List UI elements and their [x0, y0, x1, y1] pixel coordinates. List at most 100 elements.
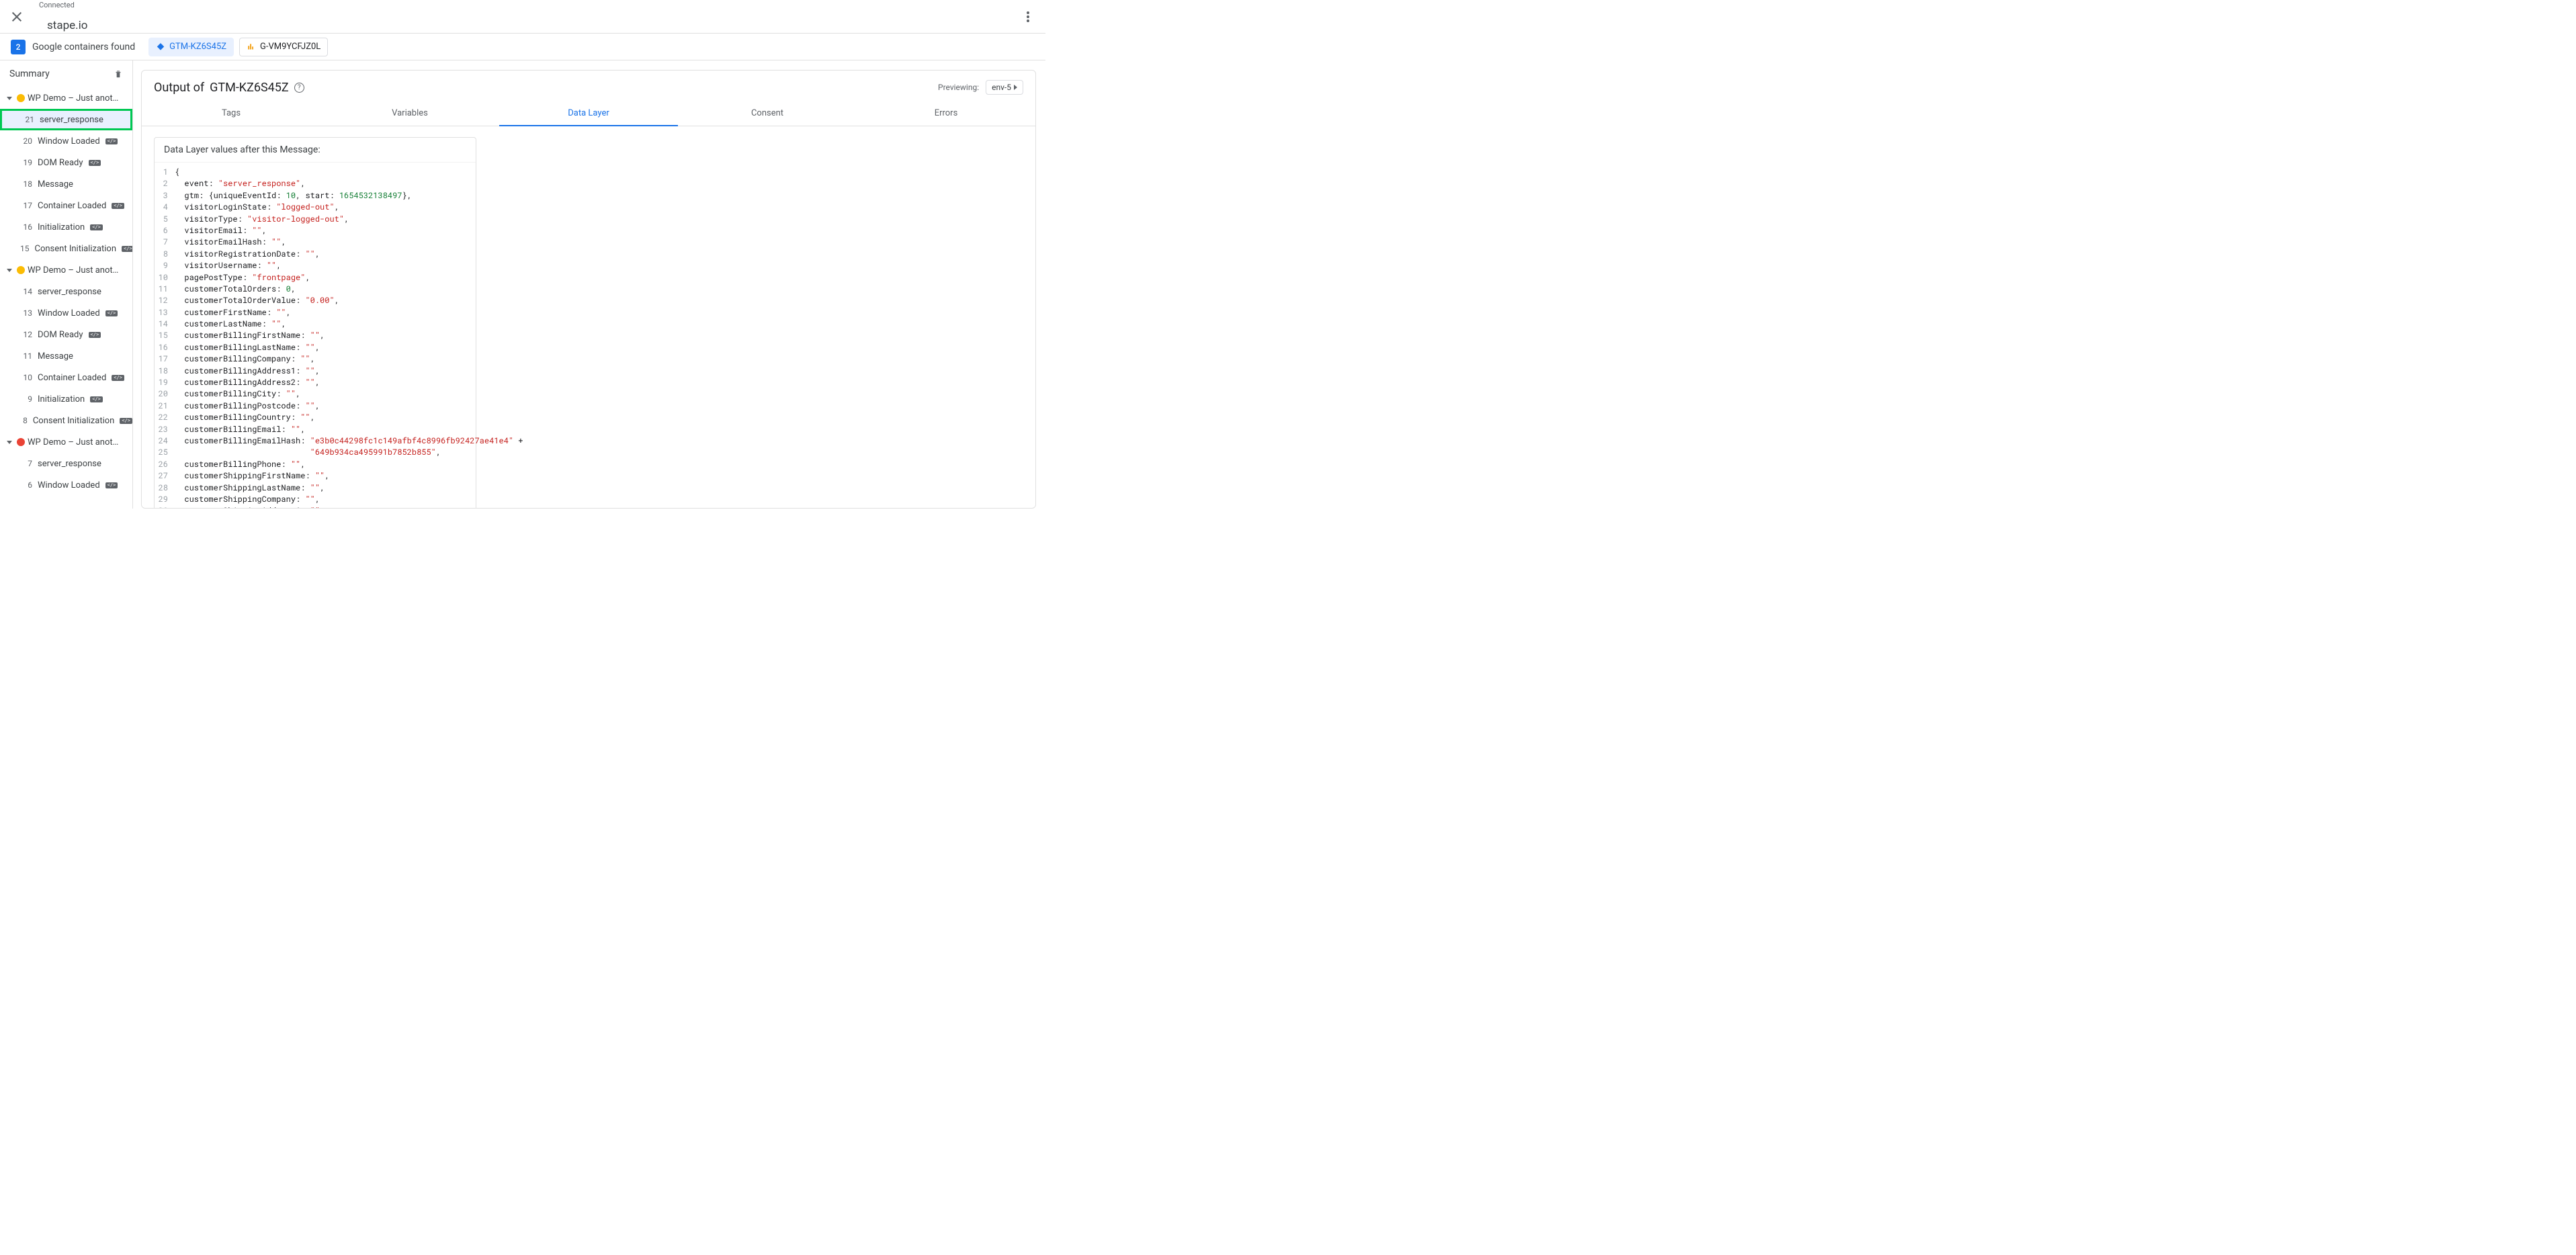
code-badge-icon: </>: [120, 418, 132, 424]
code-badge-icon: </>: [122, 246, 133, 252]
event-item[interactable]: 19DOM Ready</>: [0, 152, 132, 173]
event-group-head[interactable]: WP Demo – Just anothe...: [0, 431, 132, 453]
code-content: customerBillingFirstName: "",: [175, 330, 476, 341]
container-chip[interactable]: GTM-KZ6S45Z: [148, 38, 234, 56]
event-item[interactable]: 20Window Loaded</>: [0, 130, 132, 152]
event-item[interactable]: 8Consent Initialization</>: [0, 410, 132, 431]
container-chip[interactable]: G-VM9YCFJZ0L: [239, 38, 328, 56]
event-label: Container Loaded: [38, 373, 106, 383]
line-number: 4: [155, 202, 175, 213]
event-label: server_response: [38, 459, 101, 469]
code-line: 29 customerShippingCompany: "",: [155, 494, 476, 505]
tab-variables[interactable]: Variables: [320, 101, 499, 126]
tab-consent[interactable]: Consent: [678, 101, 857, 126]
event-item[interactable]: 15Consent Initialization</>: [0, 238, 132, 259]
event-item[interactable]: 14server_response: [0, 281, 132, 302]
sidebar-head: Summary: [0, 60, 132, 87]
tab-data-layer[interactable]: Data Layer: [499, 101, 678, 126]
data-layer-card: Data Layer values after this Message: 1{…: [154, 137, 476, 508]
code-content: customerTotalOrders: 0,: [175, 284, 476, 295]
event-item[interactable]: 13Window Loaded</>: [0, 302, 132, 324]
code-content: {: [175, 167, 476, 178]
code-line: 7 visitorEmailHash: "",: [155, 236, 476, 248]
caret-down-icon: [7, 441, 12, 444]
line-number: 9: [155, 260, 175, 271]
line-number: 30: [155, 505, 175, 508]
event-item[interactable]: 6 Window Loaded </>: [0, 474, 132, 496]
status-dot-icon: [17, 266, 25, 274]
code-line: 13 customerFirstName: "",: [155, 307, 476, 318]
event-item[interactable]: 7 server_response: [0, 453, 132, 474]
event-num: 18: [20, 179, 32, 189]
line-number: 19: [155, 377, 175, 388]
code-content: visitorRegistrationDate: "",: [175, 249, 476, 260]
event-num: 9: [20, 394, 32, 404]
code-badge-icon: </>: [105, 310, 118, 316]
tab-tags[interactable]: Tags: [142, 101, 320, 126]
code-content: customerFirstName: "",: [175, 307, 476, 318]
code-content: customerBillingEmailHash: "e3b0c44298fc1…: [175, 435, 523, 447]
event-label: Window Loaded: [38, 308, 100, 318]
code-line: 26 customerBillingPhone: "",: [155, 459, 476, 470]
analytics-icon: [247, 42, 256, 52]
event-item[interactable]: 12DOM Ready</>: [0, 324, 132, 345]
code-line: 14 customerLastName: "",: [155, 318, 476, 330]
line-number: 28: [155, 482, 175, 494]
clear-icon[interactable]: [114, 69, 123, 79]
line-number: 14: [155, 318, 175, 330]
code-line: 16 customerBillingLastName: "",: [155, 342, 476, 353]
caret-down-icon: [7, 97, 12, 100]
event-num: 16: [20, 222, 32, 232]
event-num: 21: [22, 115, 34, 124]
line-number: 8: [155, 249, 175, 260]
code-content: customerBillingCompany: "",: [175, 353, 476, 365]
event-item[interactable]: 18Message: [0, 173, 132, 195]
site-title: stape.io: [39, 9, 87, 32]
event-label: server_response: [40, 115, 103, 125]
tabs: TagsVariablesData LayerConsentErrors: [142, 101, 1035, 126]
code-line: 8 visitorRegistrationDate: "",: [155, 249, 476, 260]
kebab-menu-icon[interactable]: [1021, 10, 1035, 24]
event-list: WP Demo – Just anothe... 21 server_respons…: [0, 87, 132, 496]
connected-label: Connected: [39, 1, 87, 9]
line-number: 5: [155, 214, 175, 225]
chip-label: G-VM9YCFJZ0L: [260, 42, 320, 52]
event-label: Window Loaded: [38, 480, 100, 490]
event-num: 15: [20, 244, 30, 253]
code-line: 2 event: "server_response",: [155, 178, 476, 189]
chevron-right-icon: [1014, 85, 1017, 90]
code-block: 1{2 event: "server_response",3 gtm: {uni…: [155, 163, 476, 508]
line-number: 3: [155, 190, 175, 202]
code-content: customerShippingCompany: "",: [175, 494, 476, 505]
code-badge-icon: </>: [89, 332, 101, 338]
env-selector[interactable]: env-5: [986, 80, 1023, 95]
code-line: 21 customerBillingPostcode: "",: [155, 400, 476, 412]
event-group-head[interactable]: WP Demo – Just anothe...: [0, 259, 132, 281]
code-badge-icon: </>: [105, 482, 118, 488]
line-number: 13: [155, 307, 175, 318]
code-line: 17 customerBillingCompany: "",: [155, 353, 476, 365]
code-line: 19 customerBillingAddress2: "",: [155, 377, 476, 388]
close-icon[interactable]: [11, 11, 23, 23]
tab-errors[interactable]: Errors: [857, 101, 1035, 126]
line-number: 25: [155, 447, 175, 458]
event-item[interactable]: 10Container Loaded</>: [0, 367, 132, 388]
panel-body: Data Layer values after this Message: 1{…: [142, 126, 1035, 508]
line-number: 7: [155, 236, 175, 248]
event-item[interactable]: 11Message: [0, 345, 132, 367]
event-item[interactable]: 9Initialization</>: [0, 388, 132, 410]
event-item[interactable]: 16Initialization</>: [0, 216, 132, 238]
code-line: 12 customerTotalOrderValue: "0.00",: [155, 295, 476, 306]
event-label: Container Loaded: [38, 201, 106, 211]
event-label: Initialization: [38, 394, 85, 404]
group-label: WP Demo – Just anothe...: [28, 93, 122, 103]
chip-label: GTM-KZ6S45Z: [169, 42, 226, 52]
event-item[interactable]: 21 server_response: [0, 109, 132, 130]
code-content: customerLastName: "",: [175, 318, 476, 330]
help-icon[interactable]: ?: [294, 83, 304, 93]
event-num: 6: [20, 480, 32, 490]
code-line: 23 customerBillingEmail: "",: [155, 424, 476, 435]
event-num: 7: [20, 459, 32, 468]
event-group-head[interactable]: WP Demo – Just anothe...: [0, 87, 132, 109]
event-item[interactable]: 17Container Loaded</>: [0, 195, 132, 216]
